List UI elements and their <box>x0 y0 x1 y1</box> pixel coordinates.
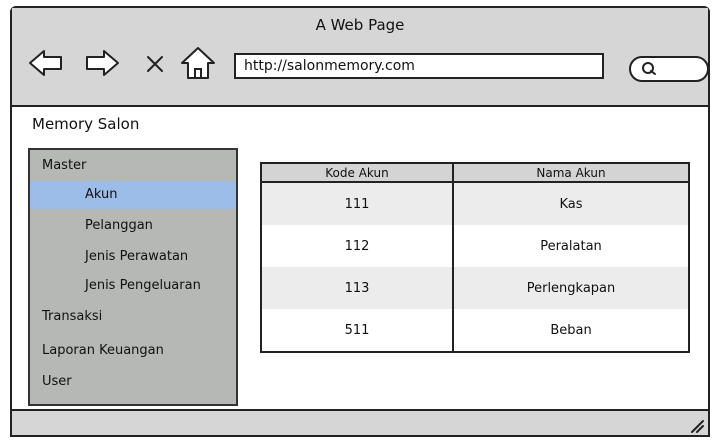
kode-akun-cell: 113 <box>261 267 454 309</box>
sidebar-item-pelanggan[interactable]: Pelanggan <box>30 212 236 240</box>
window-title: A Web Page <box>315 16 405 34</box>
nama-akun-cell: Perlengkapan <box>453 267 689 309</box>
nama-akun-cell: Kas <box>453 182 689 225</box>
sidebar-menu: Master Akun Pelanggan Jenis Perawatan Je… <box>28 148 238 406</box>
sidebar-item-transaksi[interactable]: Transaksi <box>30 303 236 331</box>
table-row[interactable]: 113 Perlengkapan <box>261 267 689 309</box>
close-icon <box>147 56 163 72</box>
kode-akun-cell: 511 <box>261 309 454 352</box>
kode-akun-cell: 112 <box>261 225 454 267</box>
akun-table: Kode Akun Nama Akun 111 Kas 112 Peralata… <box>260 162 690 353</box>
search-icon <box>642 62 656 75</box>
sidebar-item-jenis-pengeluaran[interactable]: Jenis Pengeluaran <box>30 272 236 300</box>
browser-toolbar: A Web Page <box>12 8 709 107</box>
sidebar-item-jenis-perawatan[interactable]: Jenis Perawatan <box>30 243 236 271</box>
sidebar-item-akun[interactable]: Akun <box>30 181 236 209</box>
table-row[interactable]: 112 Peralatan <box>261 225 689 267</box>
nama-akun-cell: Peralatan <box>540 238 602 254</box>
sidebar-item-laporan-keuangan[interactable]: Laporan Keuangan <box>30 337 236 365</box>
sidebar-item-user[interactable]: User <box>30 368 236 396</box>
table-header-row: Kode Akun Nama Akun <box>261 163 689 183</box>
home-icon <box>181 47 215 79</box>
url-input[interactable] <box>234 53 604 79</box>
sidebar-item-master[interactable]: Master <box>30 152 236 180</box>
back-button[interactable] <box>28 45 64 81</box>
status-bar <box>12 409 708 435</box>
column-header-nama-akun[interactable]: Nama Akun <box>453 163 689 183</box>
table-row[interactable]: 511 Beban <box>261 309 689 352</box>
table-row[interactable]: 111 Kas <box>261 182 689 225</box>
browser-window: A Web Page http://salonmemory.com Memory… <box>10 6 710 437</box>
search-button[interactable] <box>629 56 709 82</box>
home-button[interactable] <box>180 45 216 81</box>
back-arrow-icon <box>29 50 62 76</box>
column-header-kode-akun[interactable]: Kode Akun <box>261 163 454 183</box>
forward-button[interactable] <box>84 45 120 81</box>
page-title: Memory Salon <box>32 115 140 133</box>
resize-grip-icon[interactable] <box>688 417 704 433</box>
stop-button[interactable] <box>142 45 168 81</box>
nama-akun-cell: Beban <box>550 322 592 338</box>
kode-akun-cell: 111 <box>261 182 454 225</box>
forward-arrow-icon <box>86 50 119 76</box>
